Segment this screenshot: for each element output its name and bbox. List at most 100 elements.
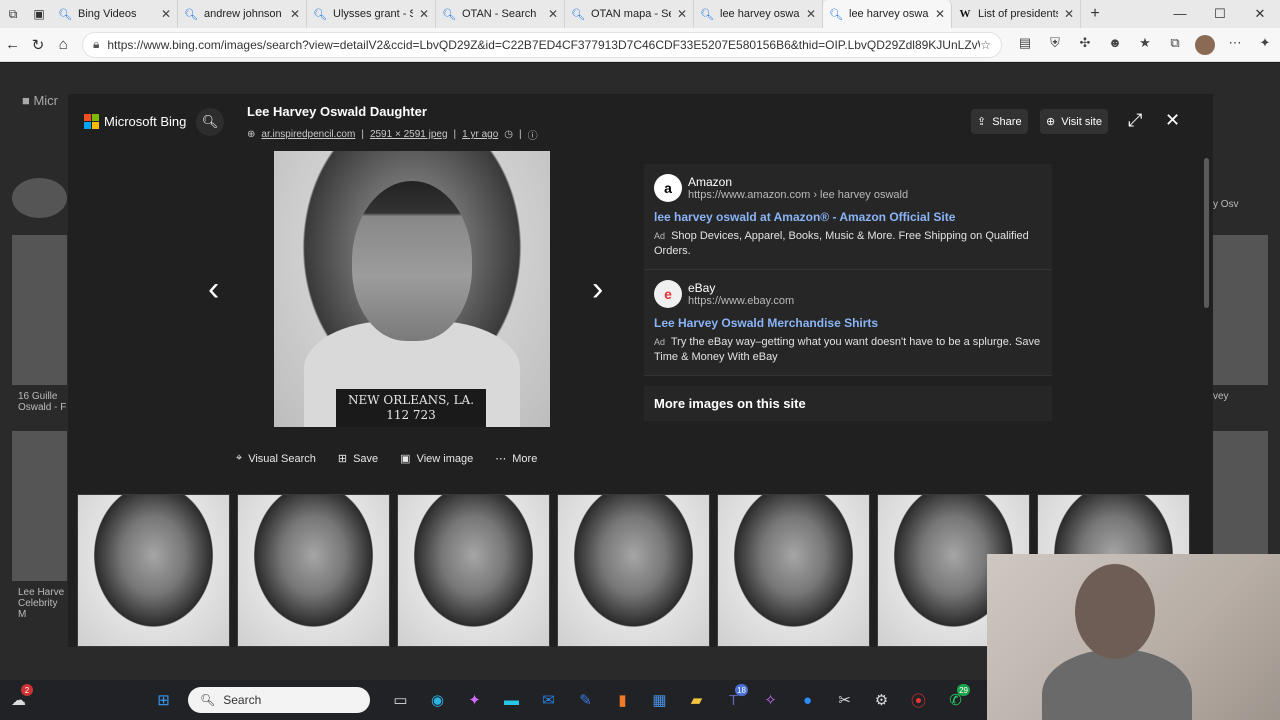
source-link[interactable]: ar.inspiredpencil.com [261,129,355,140]
shield-icon[interactable]: ⛨ [1040,35,1070,55]
home-icon[interactable]: ⌂ [51,36,76,53]
tab-bing-videos[interactable]: 🔍︎ Bing Videos ✕ [52,0,178,28]
image-face [352,181,472,341]
visit-site-button[interactable]: ⊕ Visit site [1040,109,1108,134]
tab-lee-harvey-oswald-active[interactable]: 🔍︎ lee harvey oswald ✕ [823,0,952,28]
close-window-icon[interactable]: ✕ [1240,6,1280,22]
related-image-thumbnail[interactable] [237,494,390,647]
folder-icon[interactable]: ▰ [678,680,715,720]
close-tab-icon[interactable]: ✕ [548,7,558,21]
related-image-thumbnail[interactable] [77,494,230,647]
tab-lee-harvey-oswald-1[interactable]: 🔍︎ lee harvey oswald ✕ [694,0,823,28]
related-image-thumbnail[interactable] [397,494,550,647]
visit-label: Visit site [1061,115,1102,128]
collections-icon[interactable]: ⧉ [1160,35,1190,55]
more-button[interactable]: ⋯ More [495,452,537,466]
outlook-icon[interactable]: ✉ [530,680,567,720]
address-bar[interactable]: 🔒︎ https://www.bing.com/images/search?vi… [81,31,1002,58]
visual-search-button[interactable]: ⌖ Visual Search [236,452,316,465]
screen-icon[interactable]: ▬ [493,680,530,720]
task-view-icon[interactable]: ▭ [382,680,419,720]
start-icon[interactable]: ⊞ [145,680,182,720]
store-icon[interactable]: ▦ [641,680,678,720]
tab-ulysses-grant[interactable]: 🔍︎ Ulysses grant - Sea ✕ [307,0,436,28]
tab-actions-icon[interactable]: ▣ [26,0,52,28]
favorites-icon[interactable]: ★ [1130,35,1160,55]
office-icon[interactable]: ▮ [604,680,641,720]
save-button[interactable]: ⊞ Save [338,452,378,466]
bing-logo[interactable]: Microsoft Bing [84,114,186,129]
close-tab-icon[interactable]: ✕ [677,7,687,21]
ad-title-link[interactable]: Lee Harvey Oswald Merchandise Shirts [654,316,1042,330]
profile-icon[interactable]: ☻ [1100,35,1130,55]
close-tab-icon[interactable]: ✕ [419,7,429,21]
copilot-icon[interactable]: ✦ [456,680,493,720]
bg-thumbnail[interactable] [12,235,67,385]
ad-title-link[interactable]: lee harvey oswald at Amazon® - Amazon Of… [654,210,1042,224]
history-icon: ◷ [504,129,513,140]
tab-otan[interactable]: 🔍︎ OTAN - Search ✕ [436,0,565,28]
minimize-icon[interactable]: — [1160,6,1200,22]
whatsapp-icon[interactable]: ✆ 29 [937,680,974,720]
bg-thumbnail[interactable] [1213,235,1268,385]
related-image-thumbnail[interactable] [557,494,710,647]
settings-icon[interactable]: ⚙ [863,680,900,720]
tab-list-of-presidents[interactable]: W List of presidents ✕ [952,0,1081,28]
scrollbar[interactable] [1204,158,1209,308]
more-images-link[interactable]: More images on this site [644,386,1052,421]
related-image-thumbnail[interactable] [717,494,870,647]
ad-url[interactable]: https://www.ebay.com [688,295,794,307]
tab-title: Ulysses grant - Sea [333,8,413,20]
puzzle-icon[interactable]: ✣ [1070,35,1100,55]
close-tab-icon[interactable]: ✕ [935,7,945,21]
tab-otan-mapa[interactable]: 🔍︎ OTAN mapa - Searc ✕ [565,0,694,28]
amazon-logo-icon: a [654,174,682,202]
close-tab-icon[interactable]: ✕ [806,7,816,21]
previous-arrow-icon[interactable]: ‹ [208,270,219,309]
taskbar: ☁ 2 ⊞ 🔍︎ Search ▭ ◉ ✦ ▬ ✉ ✎ ▮ ▦ ▰ T 18 ✧ ●… [0,680,987,720]
copilot-app-icon[interactable]: ✧ [752,680,789,720]
next-arrow-icon[interactable]: › [592,270,603,309]
close-tab-icon[interactable]: ✕ [290,7,300,21]
lock-icon: 🔒︎ [92,37,100,51]
search-icon[interactable]: 🔍︎ [196,108,224,136]
zoom-icon[interactable]: ● [789,680,826,720]
image-size[interactable]: 2591 × 2591 jpeg [370,129,448,140]
close-icon[interactable]: ✕ [1165,110,1180,131]
bg-thumbnail[interactable] [12,178,67,218]
avatar[interactable] [1194,34,1215,55]
image-title: Lee Harvey Oswald Daughter [247,104,427,119]
taskbar-search[interactable]: 🔍︎ Search [188,687,370,713]
share-button[interactable]: ⇪ Share [971,109,1028,134]
weather-widget-icon[interactable]: ☁ 2 [0,680,37,720]
main-image[interactable]: NEW ORLEANS, LA. 112 723 [274,151,550,427]
ad-url[interactable]: https://www.amazon.com › lee harvey oswa… [688,189,908,201]
more-options-icon[interactable]: ⋯ [1220,35,1250,55]
ad-description: Ad Try the eBay way–getting what you wan… [654,335,1042,365]
edge-icon[interactable]: ◉ [419,680,456,720]
tab-andrew-johnson[interactable]: 🔍︎ andrew johnson - Se ✕ [178,0,307,28]
close-tab-icon[interactable]: ✕ [161,7,171,21]
ad-card-amazon[interactable]: a Amazon https://www.amazon.com › lee ha… [644,164,1052,270]
ad-name: Amazon [688,175,733,189]
refresh-icon[interactable]: ↻ [25,36,50,54]
ad-card-ebay[interactable]: e eBay https://www.ebay.com Lee Harvey O… [644,270,1052,376]
view-image-button[interactable]: ▣ View image [400,452,473,466]
close-tab-icon[interactable]: ✕ [1064,7,1074,21]
recorder-icon[interactable]: ⦿ [900,680,937,720]
maximize-icon[interactable]: ☐ [1200,6,1240,22]
toolbar: ← ↻ ⌂ 🔒︎ https://www.bing.com/images/sea… [0,28,1280,62]
pen-app-icon[interactable]: ✎ [567,680,604,720]
favorite-star-icon[interactable]: ☆ [980,38,991,52]
teams-icon[interactable]: T 18 [715,680,752,720]
browser-menu-icon[interactable]: ⧉ [0,0,26,28]
wikipedia-icon: W [959,8,971,20]
copilot-icon[interactable]: ✦ [1250,35,1280,55]
bg-thumbnail[interactable] [12,431,67,581]
back-icon[interactable]: ← [0,36,25,53]
expand-icon[interactable]: ⤢ [1128,110,1142,131]
extension-icon[interactable]: ▤ [1010,35,1040,55]
new-tab-button[interactable]: + [1081,5,1109,23]
info-icon[interactable]: ⓘ [528,127,538,142]
snipping-tool-icon[interactable]: ✂ [826,680,863,720]
